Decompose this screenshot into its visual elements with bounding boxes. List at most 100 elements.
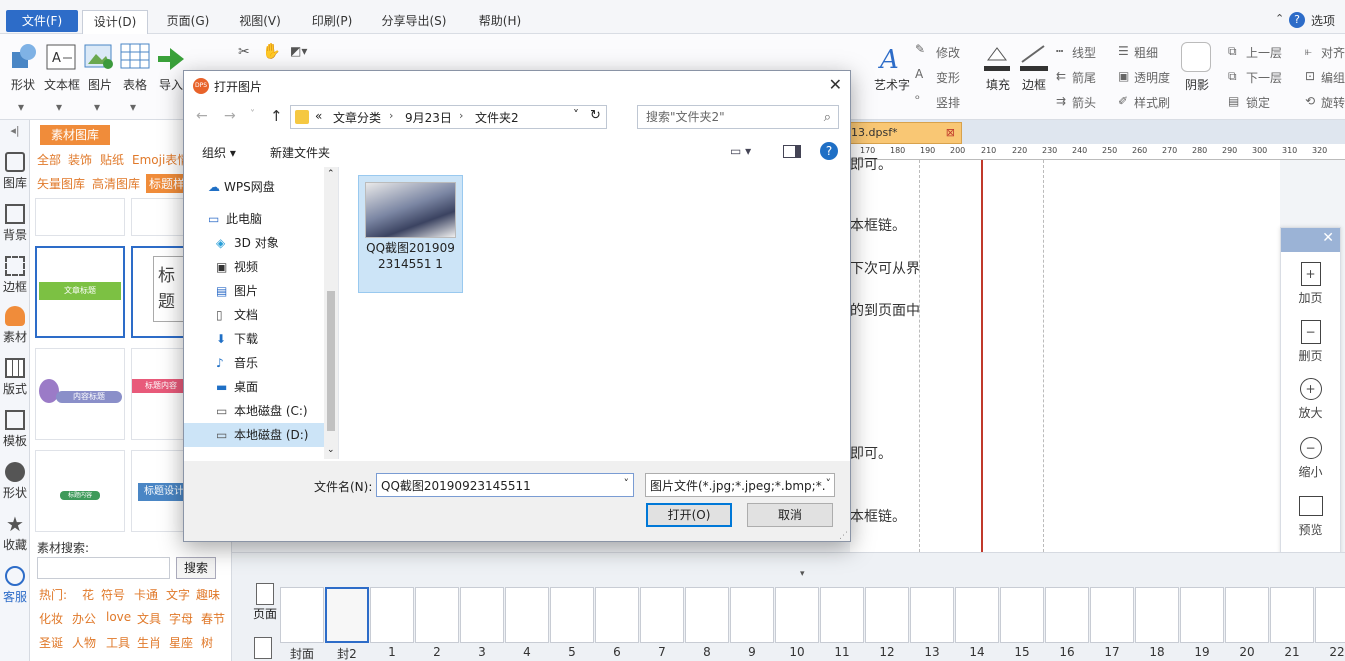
up-icon[interactable]: ↑ [270,107,283,125]
dialog-help-icon[interactable]: ? [820,142,838,160]
page-thumb[interactable] [640,587,684,643]
hand-icon[interactable]: ✋ [262,42,281,60]
nav-item-drive-c[interactable]: ▭ 本地磁盘 (C:) [184,399,324,423]
open-button[interactable]: 打开(O) [646,503,732,527]
page-thumb[interactable] [730,587,774,643]
breadcrumb-overflow[interactable]: « [315,109,322,123]
nav-item-3d-objects[interactable]: ◈ 3D 对象 [184,231,324,255]
menu-file[interactable]: 文件(F) [6,10,78,32]
close-tab-icon[interactable]: ⊠ [946,123,955,143]
rail-border[interactable]: 边框 [0,256,30,295]
page-thumb[interactable] [775,587,819,643]
arrow-tail-label[interactable]: 箭尾 [1072,69,1096,86]
nav-item-this-pc[interactable]: ▭ 此电脑 [184,207,324,231]
transparency-label[interactable]: 透明度 [1134,69,1170,86]
hot-tag[interactable]: 字母 [169,610,193,627]
textbox-dropdown-icon[interactable]: ▾ [56,100,62,114]
nav-scrollbar[interactable]: ⌃ ⌄ [324,167,338,459]
align-label[interactable]: 对齐 [1321,44,1345,61]
page-thumb[interactable] [550,587,594,643]
page-thumb[interactable] [1045,587,1089,643]
filename-dropdown-icon[interactable]: ˅ [624,477,630,490]
filter-all[interactable]: 全部 [37,151,61,168]
nav-scroll-down-icon[interactable]: ⌄ [327,445,335,455]
add-page-button[interactable]: + 加页 [1281,262,1340,306]
menu-page[interactable]: 页面(G) [160,10,216,34]
fill-icon[interactable] [982,42,1012,74]
cut-icon[interactable]: ✂ [238,44,250,60]
page-thumb[interactable] [280,587,324,643]
material-thumb[interactable] [35,198,125,236]
refresh-icon[interactable]: ↻ [590,108,601,123]
address-bar[interactable]: « 文章分类 › 9月23日 › 文件夹2 ˅ ↻ [290,105,607,129]
hot-tag[interactable]: 人物 [72,634,96,651]
nav-scroll-up-icon[interactable]: ⌃ [327,169,335,179]
send-backward-label[interactable]: 下一层 [1246,69,1282,86]
picture-icon[interactable] [84,42,114,70]
page-thumb[interactable] [1090,587,1134,643]
nav-scroll-thumb[interactable] [327,291,335,431]
insert-table-label[interactable]: 表格 [120,76,150,93]
collapse-panel-icon[interactable]: ◂| [0,124,30,137]
page-thumb[interactable] [370,587,414,643]
hot-tag[interactable]: 圣诞 [39,634,63,651]
rail-gallery[interactable]: 图库 [0,152,30,191]
breadcrumb-item[interactable]: 文章分类 [333,109,381,126]
filename-input[interactable]: QQ截图20190923145511 ˅ [376,473,634,497]
rail-layout[interactable]: 版式 [0,358,30,397]
rotate-label[interactable]: 旋转 [1321,94,1345,111]
material-thumb[interactable]: 标题设计 [131,450,191,532]
page-thumb[interactable] [1000,587,1044,643]
hot-tag[interactable]: 花 [82,586,94,603]
material-thumb[interactable] [131,198,191,236]
hot-tag[interactable]: 文具 [137,610,161,627]
nav-item-wps-cloud[interactable]: ☁ WPS网盘 [184,175,324,199]
transform-label[interactable]: 变形 [936,69,960,86]
filetype-dropdown-icon[interactable]: ˅ [825,477,831,490]
line-style-label[interactable]: 线型 [1072,44,1096,61]
page-thumb[interactable] [1225,587,1269,643]
organize-menu[interactable]: 组织 ▾ [202,144,236,161]
page-thumb[interactable] [505,587,549,643]
page-thumb[interactable] [865,587,909,643]
breadcrumb-item[interactable]: 9月23日 [405,109,452,126]
paint-icon[interactable]: ◩▾ [290,44,307,58]
menu-share-export[interactable]: 分享导出(S) [376,10,452,34]
shape-dropdown-icon[interactable]: ▾ [18,100,24,114]
file-item[interactable]: QQ截图2019092314551 1 [358,175,463,293]
arrow-head-label[interactable]: 箭头 [1072,94,1096,111]
material-thumb[interactable]: 内容标题 [35,348,125,440]
import-icon[interactable] [156,44,186,70]
help-icon[interactable]: ? [1289,12,1305,28]
page-thumb[interactable] [955,587,999,643]
document-canvas[interactable]: 即可。 本框链。 下次可从界 的到页面中 即可。 本框链。 [850,157,1280,552]
picture-dropdown-icon[interactable]: ▾ [94,100,100,114]
material-search-input[interactable] [37,557,170,579]
material-search-button[interactable]: 搜索 [176,557,216,579]
page-view-toggle[interactable]: 页面 [250,583,280,622]
art-text-label[interactable]: 艺术字 [870,76,914,93]
textbox-icon[interactable]: A [46,44,76,70]
nav-item-pictures[interactable]: ▤ 图片 [184,279,324,303]
nav-item-drive-d[interactable]: ▭ 本地磁盘 (D:) [184,423,324,447]
nav-item-music[interactable]: ♪ 音乐 [184,351,324,375]
format-painter-label[interactable]: 样式刷 [1134,94,1170,111]
filter-decor[interactable]: 装饰 [68,151,92,168]
page-thumb[interactable] [460,587,504,643]
menu-design[interactable]: 设计(D) [82,10,148,35]
menu-help[interactable]: 帮助(H) [472,10,528,34]
table-icon[interactable] [120,42,150,70]
dialog-search-input[interactable]: 搜索"文件夹2" ⌕ [637,105,839,129]
line-weight-label[interactable]: 粗细 [1134,44,1158,61]
new-folder-button[interactable]: 新建文件夹 [270,144,330,161]
insert-import-label[interactable]: 导入 [156,76,186,93]
page-thumb[interactable] [1270,587,1314,643]
hot-tag[interactable]: 星座 [169,634,193,651]
address-dropdown-icon[interactable]: ˅ [573,108,579,122]
hot-tag[interactable]: 办公 [72,610,96,627]
insert-shape-label[interactable]: 形状 [8,76,38,93]
forward-icon[interactable]: → [224,108,236,124]
filetype-select[interactable]: 图片文件(*.jpg;*.jpeg;*.bmp;*. ˅ [645,473,835,497]
material-thumb[interactable]: 标题 [131,246,191,338]
shadow-icon[interactable] [1181,42,1211,72]
